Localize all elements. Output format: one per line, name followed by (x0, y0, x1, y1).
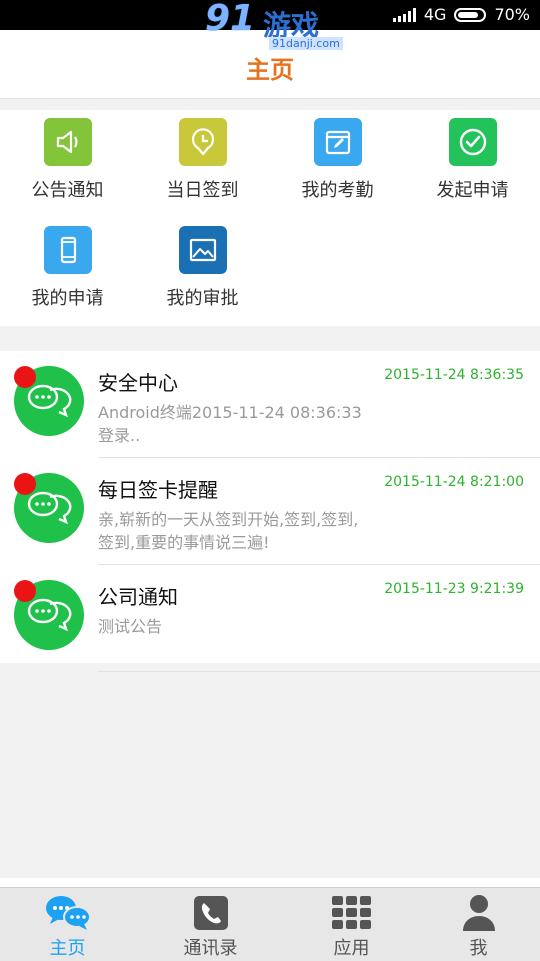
message-title: 公司通知 (98, 585, 178, 609)
check-circle-icon (448, 118, 497, 166)
bottom-nav: 主页 通讯录 应用 我 (0, 887, 540, 961)
page-title: 主页 (246, 56, 294, 84)
calendar-edit-icon (313, 118, 362, 166)
nav-label: 主页 (49, 938, 86, 959)
nav-home[interactable]: 主页 (0, 888, 135, 961)
apps-grid-icon (284, 892, 419, 934)
tile-label: 我的申请 (31, 288, 104, 309)
message-time: 2015-11-24 8:21:00 (384, 474, 524, 490)
status-indicators: 4G 70% (392, 5, 530, 24)
message-time: 2015-11-23 9:21:39 (384, 581, 524, 597)
nav-label: 我 (469, 938, 488, 959)
phone-handset-icon (143, 892, 278, 934)
unread-badge (14, 580, 36, 602)
message-preview: Android终端2015-11-24 08:36:33登录.. (98, 403, 362, 445)
tile-my-attendance[interactable]: 我的考勤 (270, 110, 405, 210)
tile-daily-checkin[interactable]: 当日签到 (135, 110, 270, 210)
battery-level: 70% (494, 5, 530, 24)
message-title: 每日签卡提醒 (98, 478, 218, 502)
nav-contacts[interactable]: 通讯录 (143, 888, 278, 961)
nav-me[interactable]: 我 (411, 888, 540, 961)
message-title: 安全中心 (98, 371, 178, 395)
picture-icon (178, 226, 227, 274)
function-grid: 公告通知 当日签到 我的考勤 发起申请 我的申请 我的审批 (0, 110, 540, 326)
tile-label: 我的审批 (166, 288, 239, 309)
person-icon (411, 892, 540, 934)
tile-my-applications[interactable]: 我的申请 (0, 218, 135, 318)
nav-label: 通讯录 (183, 938, 238, 959)
message-preview: 亲,崭新的一天从签到开始,签到,签到,签到,重要的事情说三遍! (98, 510, 359, 552)
battery-icon (454, 7, 487, 22)
header: 主页 (0, 30, 540, 99)
nav-label: 应用 (333, 938, 370, 959)
tile-label: 公告通知 (31, 180, 104, 201)
tile-announcements[interactable]: 公告通知 (0, 110, 135, 210)
clock-pin-icon (178, 118, 227, 166)
unread-badge (14, 366, 36, 388)
message-list: 安全中心 2015-11-24 8:36:35 Android终端2015-11… (0, 351, 540, 672)
tile-label: 我的考勤 (301, 180, 374, 201)
status-bar: 4G 70% (0, 0, 540, 30)
message-preview: 测试公告 (98, 617, 163, 636)
nav-apps[interactable]: 应用 (284, 888, 419, 961)
network-type: 4G (423, 5, 447, 24)
tile-label: 当日签到 (166, 180, 239, 201)
speaker-icon (43, 118, 92, 166)
phone-icon (43, 226, 92, 274)
unread-badge (14, 473, 36, 495)
message-time: 2015-11-24 8:36:35 (384, 367, 524, 383)
message-row[interactable]: 安全中心 2015-11-24 8:36:35 Android终端2015-11… (0, 351, 540, 458)
chat-bubbles-icon (0, 892, 135, 934)
tile-start-application[interactable]: 发起申请 (405, 110, 540, 210)
signal-icon (392, 7, 416, 22)
tile-my-approvals[interactable]: 我的审批 (135, 218, 270, 318)
message-row[interactable]: 每日签卡提醒 2015-11-24 8:21:00 亲,崭新的一天从签到开始,签… (0, 458, 540, 565)
tile-label: 发起申请 (436, 180, 509, 201)
message-row[interactable]: 公司通知 2015-11-23 9:21:39 测试公告 (0, 565, 540, 672)
